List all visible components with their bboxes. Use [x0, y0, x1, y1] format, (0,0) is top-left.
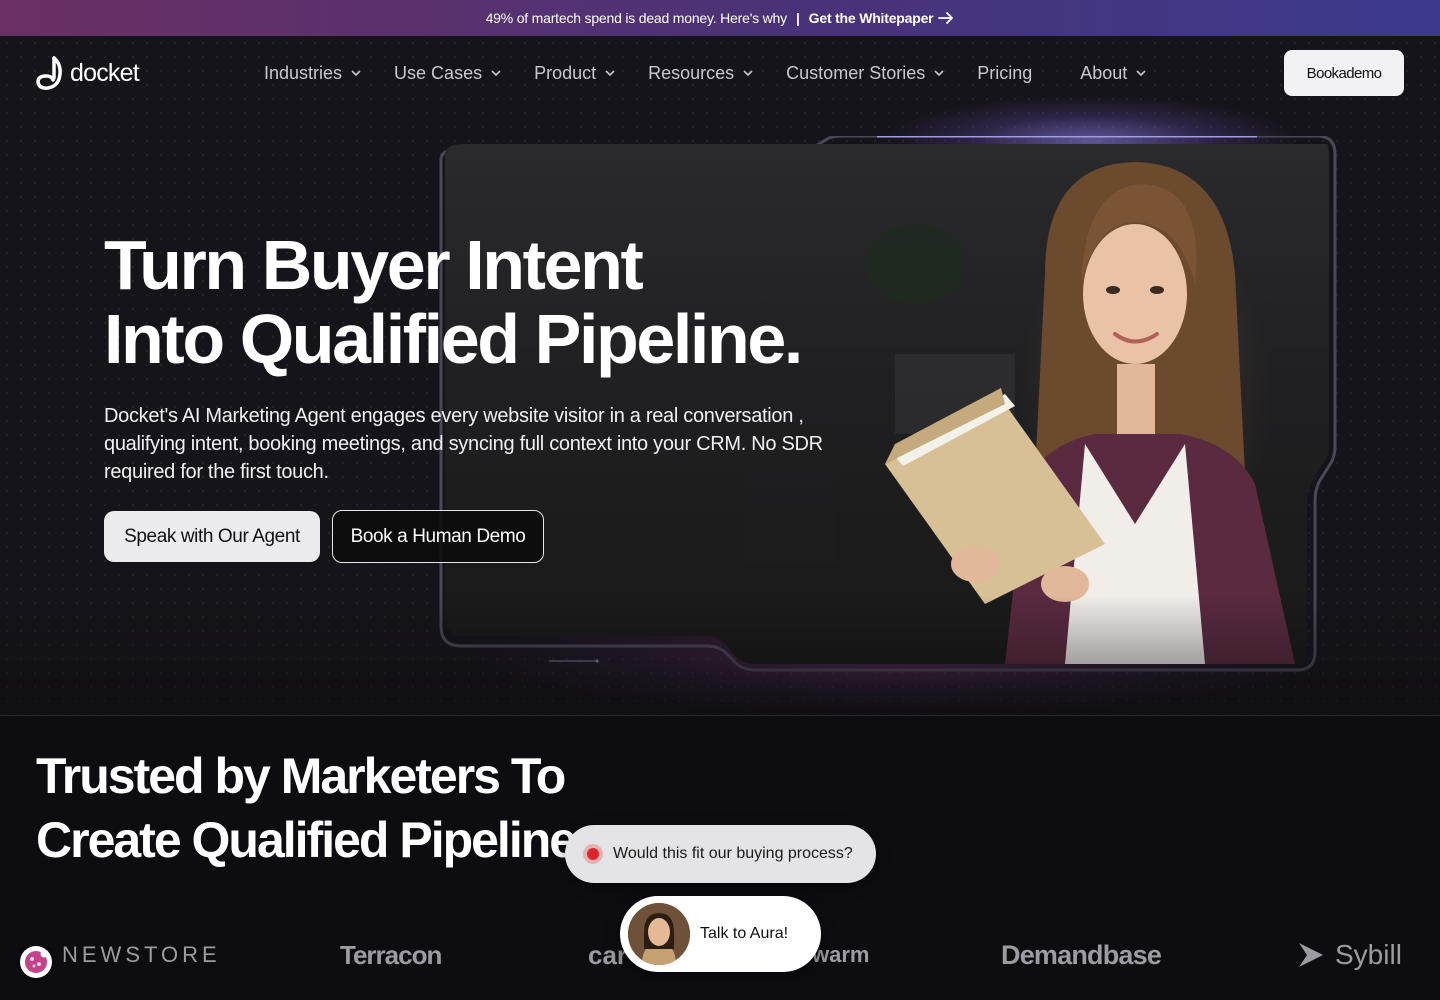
aura-avatar — [628, 903, 690, 965]
nav-item-industries[interactable]: Industries — [264, 63, 362, 84]
chevron-down-icon — [491, 70, 501, 77]
nav-item-label: Resources — [648, 62, 735, 83]
nav-item-resources[interactable]: Resources — [648, 63, 754, 84]
trusted-title-line: Trusted by Marketers To — [36, 748, 566, 804]
chat-suggestion-text: Would this fit our buying process? — [613, 845, 853, 862]
chevron-down-icon — [351, 70, 361, 77]
nav-item-label: Pricing — [977, 62, 1033, 83]
docket-logo-text: docket — [70, 58, 140, 87]
chevron-down-icon — [743, 70, 753, 77]
aura-avatar-image — [628, 903, 690, 965]
nav-item-pricing[interactable]: Pricing — [977, 63, 1032, 84]
logo-terracon-text: Terracon — [340, 939, 442, 970]
logo-sybill: Sybill — [1295, 930, 1402, 980]
chevron-down-icon — [1136, 70, 1146, 77]
speak-with-agent-button[interactable]: Speak with Our Agent — [104, 511, 320, 562]
announcement-bar: 49% of martech spend is dead money. Here… — [0, 0, 1440, 36]
chevron-down-icon — [605, 70, 615, 77]
trusted-title-line: Create Qualified Pipeline — [36, 812, 577, 868]
docket-logo[interactable]: docket — [36, 56, 140, 90]
logo-warm-text: warm — [812, 942, 870, 967]
cookie-settings-button[interactable] — [20, 946, 52, 978]
docket-logo-mark-icon — [36, 56, 62, 90]
logo-terracon: Terracon — [340, 930, 442, 980]
announcement-text: 49% of martech spend is dead money. Here… — [485, 10, 788, 26]
recording-dot-icon — [583, 844, 603, 864]
nav-item-use-cases[interactable]: Use Cases — [394, 63, 502, 84]
main-nav: docket Industries Use Cases Product Reso… — [0, 36, 1440, 110]
nav-item-label: Industries — [264, 62, 343, 83]
talk-to-aura-label: Talk to Aura! — [700, 925, 789, 942]
logo-newstore-text: NEWSTORE — [62, 942, 221, 967]
hero-title-line: Into Qualified Pipeline. — [104, 300, 803, 378]
carousel-indicator — [549, 659, 599, 663]
whitepaper-link-label: Get the Whitepaper — [808, 10, 934, 26]
nav-item-label: Customer Stories — [786, 62, 926, 83]
logo-newstore: NEWSTORE — [30, 930, 221, 980]
chat-suggestion-bubble[interactable]: Would this fit our buying process? — [565, 825, 876, 883]
nav-item-label: Use Cases — [394, 62, 483, 83]
nav-menu: Industries Use Cases Product Resources C… — [264, 36, 1179, 110]
arrow-right-icon — [938, 12, 954, 24]
nav-item-label: Product — [534, 62, 597, 83]
trusted-title: Trusted by Marketers To Create Qualified… — [36, 744, 577, 872]
sybill-mark-icon — [1299, 943, 1323, 967]
book-human-demo-button[interactable]: Book a Human Demo — [332, 510, 544, 563]
talk-to-aura-button[interactable]: Talk to Aura! — [620, 896, 821, 972]
book-demo-button[interactable]: Bookademo — [1284, 50, 1404, 96]
chevron-down-icon — [934, 70, 944, 77]
hero-title-line: Turn Buyer Intent — [104, 226, 644, 304]
whitepaper-link[interactable]: Get the Whitepaper — [809, 10, 955, 26]
section-divider — [0, 715, 1440, 716]
cookie-icon — [25, 950, 48, 973]
nav-item-about[interactable]: About — [1080, 63, 1147, 84]
hero-title: Turn Buyer Intent Into Qualified Pipelin… — [104, 226, 803, 378]
logo-sybill-text: Sybill — [1335, 939, 1402, 970]
logo-demandbase: Demandbase — [1001, 930, 1162, 980]
nav-item-product[interactable]: Product — [534, 63, 616, 84]
nav-item-label: About — [1080, 62, 1128, 83]
nav-item-customer-stories[interactable]: Customer Stories — [786, 63, 945, 84]
logo-demandbase-text: Demandbase — [1001, 939, 1162, 970]
hero-subtitle: Docket's AI Marketing Agent engages ever… — [104, 405, 823, 483]
announcement-separator: | — [795, 10, 800, 26]
